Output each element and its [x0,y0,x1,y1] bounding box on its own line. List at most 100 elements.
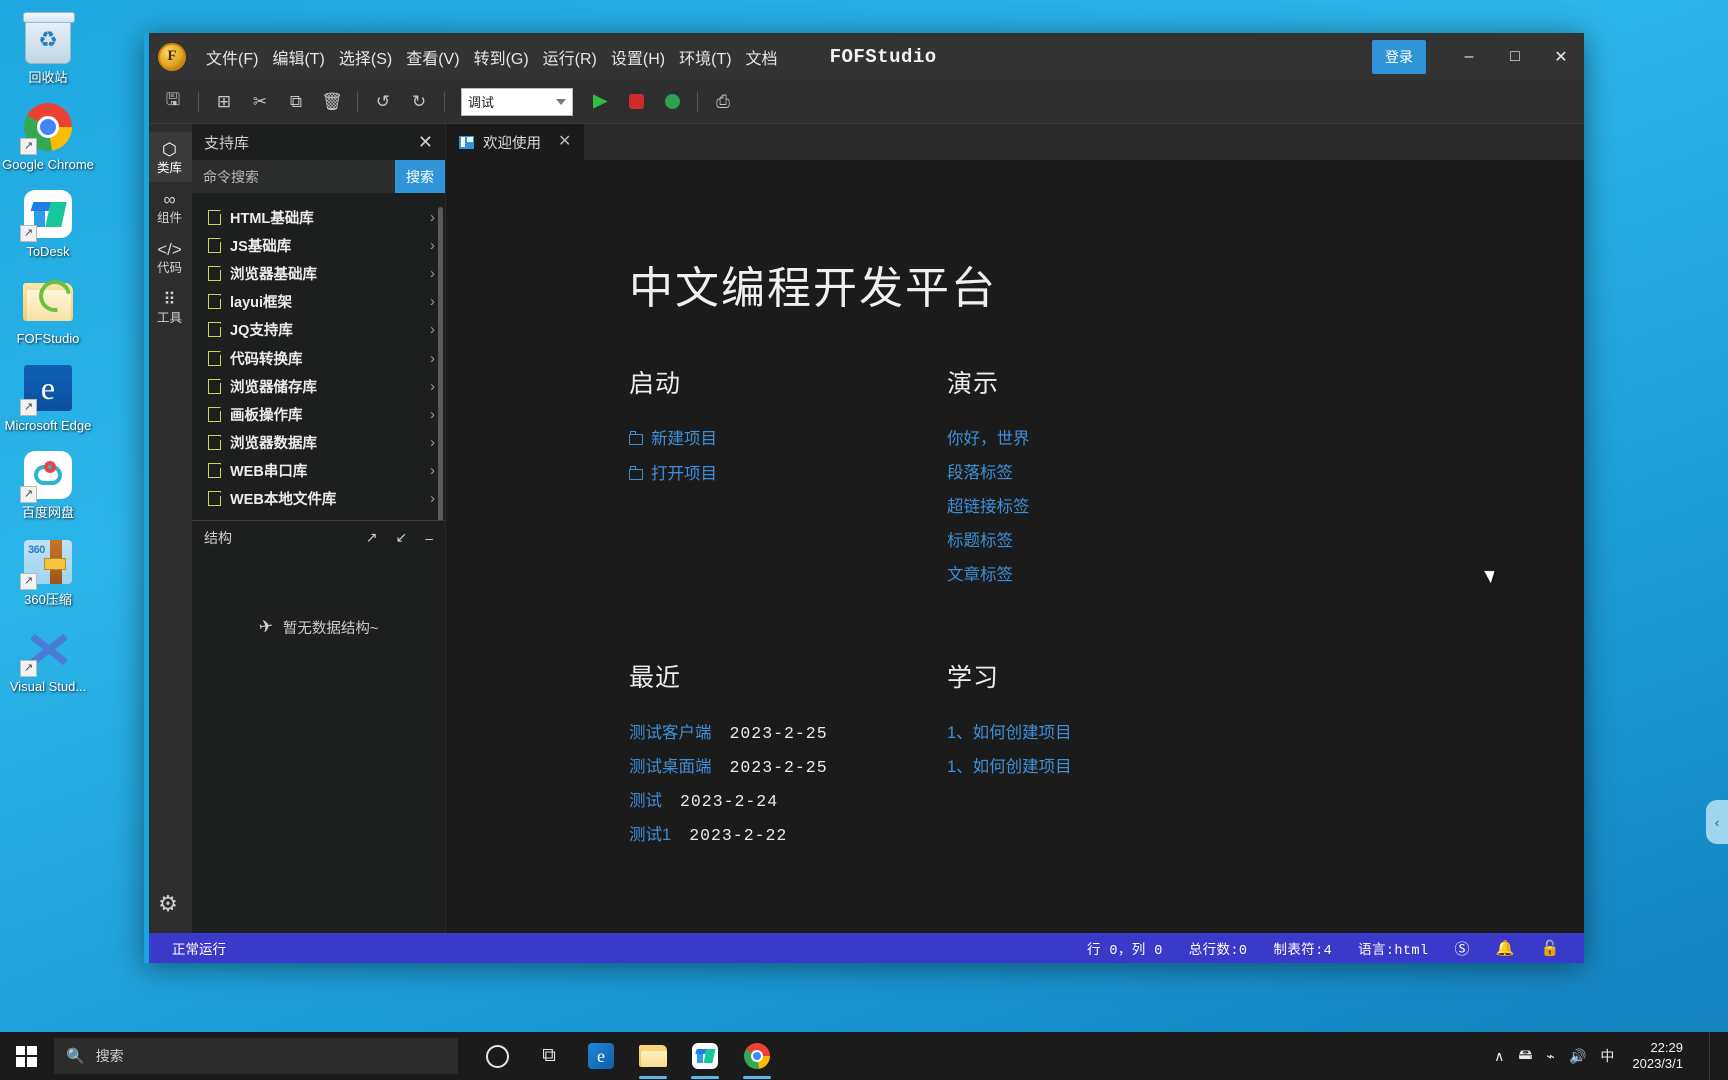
library-list[interactable]: HTML基础库 › JS基础库 › 浏览器基础库 › layui框架 › JQ支持库 › 代码转换库… [192,203,445,520]
desktop-icon-recycle-bin[interactable]: 回收站 [0,12,96,85]
taskbar-search-box[interactable]: 🔍 搜索 [54,1038,458,1074]
taskbar-todesk-icon[interactable] [682,1032,728,1080]
login-button[interactable]: 登录 [1372,39,1426,74]
menu-edit[interactable]: 编辑(T) [266,40,330,74]
right-edge-flyout-button[interactable]: ‹ [1706,800,1728,844]
sidebar-item-tools[interactable]: ⠿ 工具 [144,282,192,332]
recent-project-row[interactable]: 测试客户端 2023-2-25 [629,720,947,747]
delete-button[interactable]: 🗑 [315,87,349,117]
minimize-button[interactable]: – [1446,33,1492,80]
bell-icon[interactable]: 🔔 [1496,939,1515,958]
status-language[interactable]: 语言:html [1358,938,1428,959]
book-icon [208,462,222,479]
search-input[interactable] [192,160,395,193]
tray-battery-icon[interactable]: 🖴 [1518,1044,1532,1068]
copy-button[interactable]: ⧉ [279,87,313,117]
demo-link[interactable]: 标题标签 [947,528,1265,555]
demo-link[interactable]: 段落标签 [947,460,1265,487]
money-icon[interactable]: Ⓢ [1454,938,1469,959]
close-icon[interactable]: ✕ [418,133,433,151]
library-list-item[interactable]: HTML基础库 › [194,203,445,231]
sidebar-item-components[interactable]: ∞ 组件 [144,182,192,232]
library-list-item[interactable]: 代码转换库 › [194,344,445,372]
show-desktop-button[interactable] [1709,1032,1720,1080]
menu-run[interactable]: 运行(R) [537,40,603,74]
expand-icon[interactable]: ↗ [366,529,378,546]
tray-volume-icon[interactable]: 🔊 [1569,1048,1586,1065]
search-button[interactable]: 搜索 [395,160,445,193]
desktop-icon-google-chrome[interactable]: ↗ Google Chrome [0,101,96,172]
status-line-col[interactable]: 行 0，列 0 [1087,938,1163,959]
library-scrollbar[interactable] [438,207,443,520]
desktop-icon-todesk[interactable]: ↗ ToDesk [0,188,96,259]
library-list-item[interactable]: 浏览器储存库 › [194,372,445,400]
restart-button[interactable] [655,87,689,117]
redo-button[interactable]: ↻ [402,87,436,117]
menu-select[interactable]: 选择(S) [333,40,398,74]
library-list-item[interactable]: JQ支持库 › [194,316,445,344]
taskbar-chrome-icon[interactable] [734,1032,780,1080]
learn-item[interactable]: 1、如何创建项目 [947,720,1265,747]
stop-button[interactable] [619,87,653,117]
cut-button[interactable]: ✂ [243,87,277,117]
library-list-item[interactable]: WEB串口库 › [194,457,445,485]
menu-docs[interactable]: 文档 [740,40,784,74]
new-project-link[interactable]: 新建项目 [629,426,947,452]
menu-file[interactable]: 文件(F) [200,40,264,74]
menu-goto[interactable]: 转到(G) [468,40,535,74]
library-list-item[interactable]: 画板操作库 › [194,400,445,428]
tray-network-icon[interactable]: ⌁ [1547,1048,1555,1065]
maximize-button[interactable]: □ [1492,33,1538,80]
undo-button[interactable]: ↺ [366,87,400,117]
minimize-icon[interactable]: – [425,530,433,546]
demo-link[interactable]: 超链接标签 [947,494,1265,521]
tab-welcome[interactable]: 欢迎使用 ✕ [446,124,585,160]
library-list-item[interactable]: layui框架 › [194,288,445,316]
collapse-icon[interactable]: ↙ [395,529,407,546]
menu-settings[interactable]: 设置(H) [605,40,671,74]
close-button[interactable]: ✕ [1538,33,1584,80]
close-icon[interactable]: ✕ [558,134,571,150]
gear-icon[interactable]: ⚙ [144,891,192,917]
open-project-link[interactable]: 打开项目 [629,461,947,487]
desktop-icon-visual-studio[interactable]: ↗ Visual Stud... [0,623,96,694]
desktop-icon-microsoft-edge[interactable]: e ↗ Microsoft Edge [0,362,96,433]
toolbar-separator [444,91,445,112]
library-list-item[interactable]: 浏览器基础库 › [194,259,445,287]
tray-ime-indicator[interactable]: 中 [1600,1046,1614,1066]
tray-time: 22:29 [1650,1040,1683,1055]
save-button[interactable]: 🖫 [156,87,190,117]
recent-project-row[interactable]: 测试桌面端 2023-2-25 [629,754,947,781]
learn-item-label: 1、如何创建项目 [947,758,1072,776]
desktop-icon-fofstudio[interactable]: FOFStudio [0,273,96,346]
recent-project-row[interactable]: 测试 2023-2-24 [629,788,947,815]
tray-clock[interactable]: 22:29 2023/3/1 [1632,1040,1683,1072]
sidebar-item-library[interactable]: ⬡ 类库 [144,132,192,182]
tray-chevron-up-icon[interactable]: ∧ [1494,1048,1504,1065]
demo-link[interactable]: 你好，世界 [947,426,1265,453]
taskbar-file-explorer-icon[interactable] [630,1032,676,1080]
task-view-icon[interactable]: ⧉ [526,1032,572,1080]
desktop-icon-baidu-netdisk[interactable]: ↗ 百度网盘 [0,449,96,520]
library-list-item[interactable]: WEB本地文件库 › [194,485,445,513]
run-button[interactable] [583,87,617,117]
library-list-item[interactable]: 浏览器数据库 › [194,429,445,457]
chevron-right-icon: › [430,208,435,226]
desktop-icon-360-zip[interactable]: 360 ↗ 360压缩 [0,536,96,607]
new-file-button[interactable]: ⊞ [207,87,241,117]
library-list-item[interactable]: WEB屏幕常亮库› [194,513,445,520]
menu-environment[interactable]: 环境(T) [673,40,737,74]
run-mode-select[interactable]: 调试 [461,87,573,116]
taskbar-edge-icon[interactable]: e [578,1032,624,1080]
start-button[interactable] [0,1032,52,1080]
demo-link[interactable]: 文章标签 [947,562,1265,589]
menu-view[interactable]: 查看(V) [400,40,465,74]
recent-project-row[interactable]: 测试1 2023-2-22 [629,822,947,849]
cortana-icon[interactable] [474,1032,520,1080]
sidebar-item-code[interactable]: </> 代码 [144,232,192,282]
status-tab-size[interactable]: 制表符:4 [1273,938,1332,959]
library-list-item[interactable]: JS基础库 › [194,231,445,259]
unlock-icon[interactable]: 🔓 [1541,939,1560,958]
publish-button[interactable]: ⎙ [706,87,740,117]
learn-item[interactable]: 1、如何创建项目 [947,754,1265,781]
